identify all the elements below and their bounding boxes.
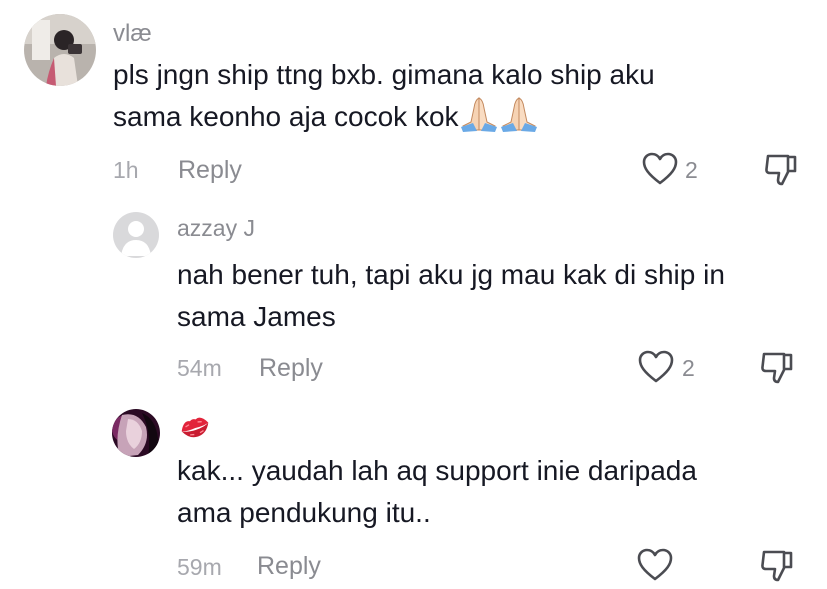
- like-count: 2: [685, 157, 698, 183]
- reply-comment-item: 💋 kak... yaudah lah aq support inie dari…: [0, 400, 827, 586]
- comment-text: nah bener tuh, tapi aku jg mau kak di sh…: [177, 254, 725, 338]
- thumbs-down-outline-icon: [761, 352, 793, 384]
- comment-time: 1h: [113, 157, 139, 183]
- like-button[interactable]: [642, 152, 678, 186]
- reply-button[interactable]: Reply: [178, 156, 242, 185]
- heart-outline-icon: [642, 152, 678, 185]
- kiss-mark-emoji-svg: [181, 417, 209, 438]
- comment-text: pls jngn ship ttng bxb. gimana kalo ship…: [113, 54, 655, 144]
- thumbs-down-outline-icon: [765, 154, 797, 186]
- comment-username[interactable]: vlæ: [113, 20, 152, 48]
- like-count: 2: [682, 355, 695, 381]
- comment-text: kak... yaudah lah aq support inie daripa…: [177, 450, 697, 534]
- default-avatar-icon: [113, 212, 159, 258]
- kiss-mark-emoji: [178, 412, 212, 442]
- comment-time: 54m: [177, 355, 222, 381]
- comment-text-line: sama keonho aja cocok kok: [113, 101, 459, 132]
- avatar-photo: [24, 14, 96, 86]
- comment-text-line: kak... yaudah lah aq support inie daripa…: [177, 455, 697, 486]
- comment-text-line: nah bener tuh, tapi aku jg mau kak di sh…: [177, 259, 725, 290]
- avatar[interactable]: [112, 409, 160, 457]
- dislike-button[interactable]: [764, 152, 798, 188]
- avatar[interactable]: [113, 212, 159, 258]
- folded-hands-emoji-pair: [459, 96, 539, 144]
- comment-text-line: pls jngn ship ttng bxb. gimana kalo ship…: [113, 59, 655, 90]
- thumbs-down-outline-icon: [761, 550, 793, 582]
- dislike-button[interactable]: [760, 350, 794, 386]
- reply-button[interactable]: Reply: [257, 552, 321, 581]
- like-button[interactable]: [638, 350, 674, 384]
- like-button[interactable]: [637, 548, 673, 582]
- comment-time: 59m: [177, 554, 222, 580]
- comment-text-line: sama James: [177, 301, 336, 332]
- avatar[interactable]: [24, 14, 96, 86]
- comment-username[interactable]: 💋: [178, 412, 212, 442]
- dislike-button[interactable]: [760, 548, 794, 584]
- comment-text-line: ama pendukung itu..: [177, 497, 431, 528]
- heart-outline-icon: [637, 548, 673, 581]
- comment-username[interactable]: azzay J: [177, 215, 255, 242]
- heart-outline-icon: [638, 350, 674, 383]
- comment-text-line-with-emoji: sama keonho aja cocok kok: [113, 96, 655, 144]
- folded-hands-emoji-svg: [460, 97, 537, 132]
- reply-button[interactable]: Reply: [259, 354, 323, 383]
- avatar-photo: [112, 409, 160, 457]
- reply-comment-item: azzay J nah bener tuh, tapi aku jg mau k…: [0, 200, 827, 400]
- comment-item: vlæ pls jngn ship ttng bxb. gimana kalo …: [0, 0, 827, 200]
